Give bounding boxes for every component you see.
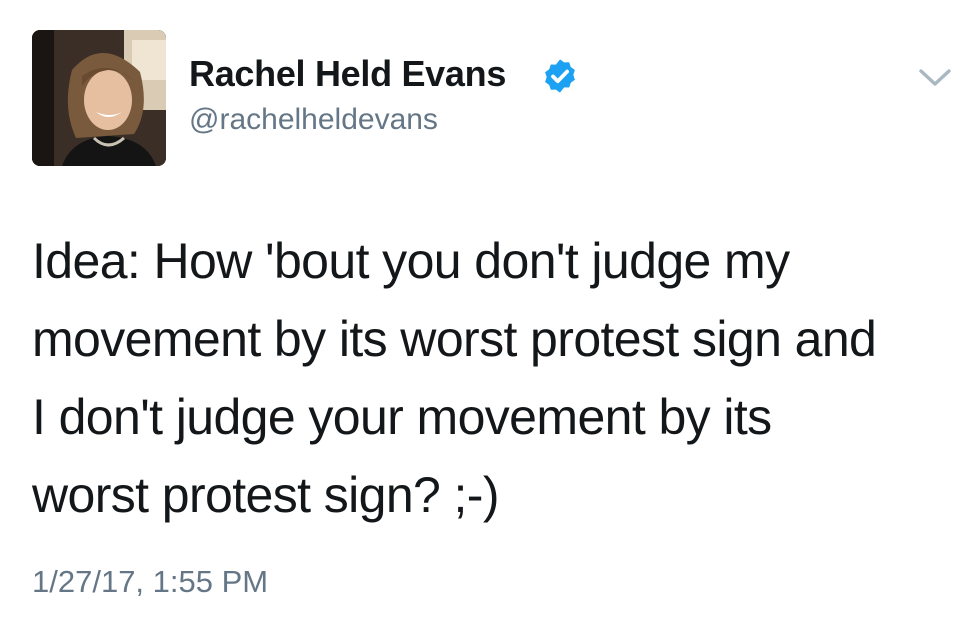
tweet-card: Rachel Held Evans @rachelheldevans Idea:… <box>0 0 980 638</box>
tweet-text-line: movement by its worst protest sign and <box>32 311 877 367</box>
tweet-text-line: I don't judge your movement by its <box>32 389 772 445</box>
tweet-text-line: Idea: How 'bout you don't judge my <box>32 233 790 289</box>
chevron-down-icon[interactable] <box>917 64 953 90</box>
author-avatar[interactable] <box>32 30 166 166</box>
tweet-text: Idea: How 'bout you don't judge my movem… <box>32 222 962 534</box>
tweet-timestamp[interactable]: 1/27/17, 1:55 PM <box>32 562 268 602</box>
verified-badge-icon <box>545 59 575 93</box>
tweet-text-line: worst protest sign? ;-) <box>32 467 500 523</box>
author-handle[interactable]: @rachelheldevans <box>189 101 438 139</box>
profile-photo-icon <box>32 30 166 166</box>
author-display-name[interactable]: Rachel Held Evans <box>189 52 506 96</box>
